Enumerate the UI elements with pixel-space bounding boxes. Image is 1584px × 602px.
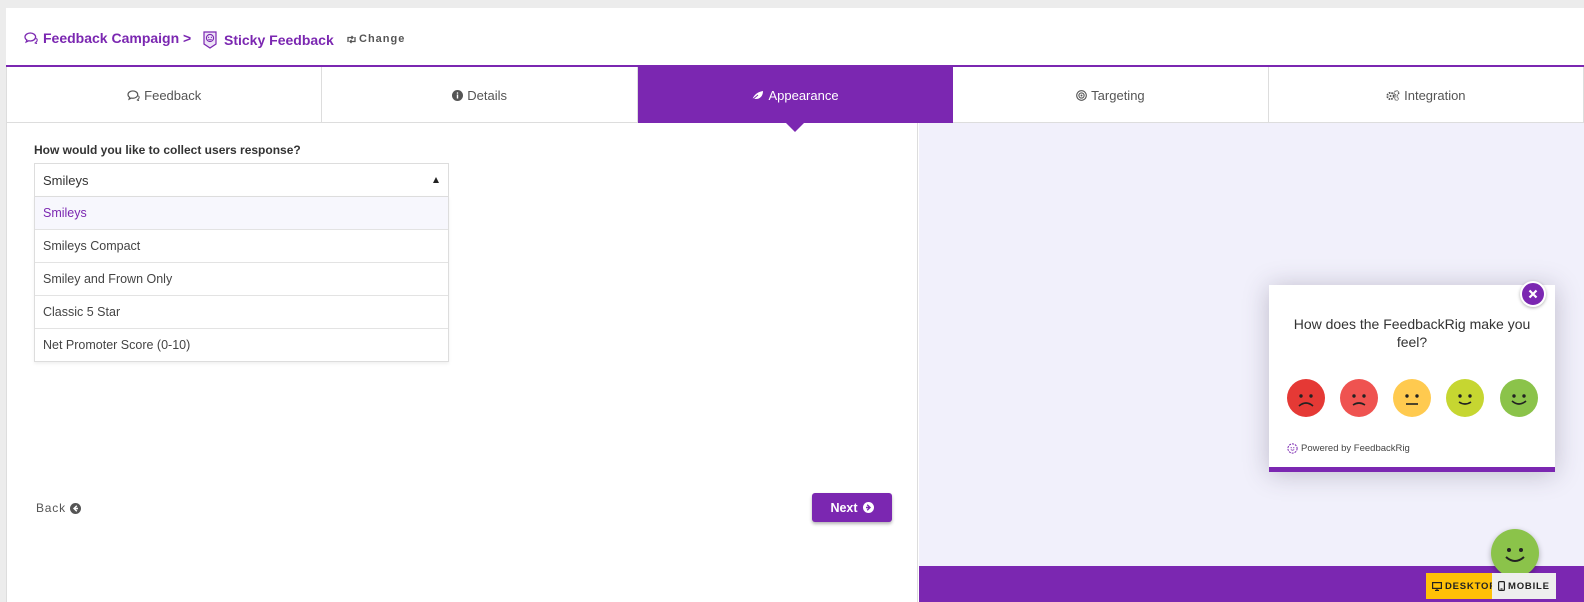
powered-by-label: Powered by FeedbackRig (1301, 443, 1410, 454)
retweet-icon (346, 35, 357, 44)
sad-face-icon[interactable] (1340, 379, 1378, 417)
option-smiley-frown-only[interactable]: Smiley and Frown Only (35, 262, 448, 295)
caret-up-icon (433, 177, 439, 183)
breadcrumb-campaign[interactable]: Feedback Campaign > (24, 30, 191, 46)
next-label: Next (830, 500, 858, 515)
comments-icon (127, 89, 140, 101)
change-button[interactable]: Change (346, 33, 405, 45)
tab-integration-label: Integration (1404, 87, 1466, 103)
leaf-icon (751, 90, 764, 101)
neutral-face-icon[interactable] (1393, 379, 1431, 417)
widget-question: How does the FeedbackRig make you feel? (1293, 316, 1531, 350)
back-label: Back (36, 501, 66, 515)
tab-targeting[interactable]: Targeting (953, 67, 1269, 123)
appearance-form: How would you like to collect users resp… (6, 123, 918, 602)
gears-icon (1386, 89, 1400, 101)
header: Feedback Campaign > Sticky Feedback Chan… (6, 8, 1584, 67)
mobile-label: MOBILE (1508, 580, 1550, 592)
breadcrumb-campaign-label: Feedback Campaign > (43, 30, 192, 46)
arrow-right-circle-icon (862, 502, 874, 513)
widget-preview: How does the FeedbackRig make you feel? (919, 123, 1584, 602)
comments-icon (24, 32, 38, 44)
next-button[interactable]: Next (812, 493, 892, 522)
tab-appearance-label: Appearance (768, 87, 839, 103)
option-classic-5-star[interactable]: Classic 5 Star (35, 295, 448, 328)
tab-targeting-label: Targeting (1091, 87, 1145, 103)
breadcrumb-current: Sticky Feedback (201, 30, 334, 50)
selected-value: Smileys (43, 172, 89, 188)
mobile-toggle[interactable]: MOBILE (1492, 573, 1556, 599)
response-type-options: Smileys Smileys Compact Smiley and Frown… (34, 196, 449, 362)
app-window: Feedback Campaign > Sticky Feedback Chan… (6, 8, 1584, 602)
smiley-scale (1287, 379, 1538, 417)
option-nps[interactable]: Net Promoter Score (0-10) (35, 328, 448, 361)
tab-appearance[interactable]: Appearance (637, 67, 954, 132)
change-label: Change (359, 33, 406, 45)
breadcrumb-current-label: Sticky Feedback (224, 32, 334, 48)
arrow-left-circle-icon (69, 502, 81, 514)
desktop-toggle[interactable]: DESKTOP (1426, 573, 1503, 599)
close-icon (1528, 289, 1538, 299)
wizard-tabs: Feedback Details Appearance Targeting In… (6, 67, 1584, 132)
desktop-label: DESKTOP (1445, 580, 1497, 592)
smiley-face-icon (1505, 548, 1525, 562)
response-type-label: How would you like to collect users resp… (34, 143, 301, 157)
info-circle-icon (452, 89, 464, 101)
mobile-icon (1498, 581, 1505, 591)
tab-feedback-label: Feedback (144, 87, 202, 103)
target-icon (1076, 89, 1088, 101)
powered-by[interactable]: Powered by FeedbackRig (1287, 443, 1410, 454)
happy-face-icon[interactable] (1446, 379, 1484, 417)
option-smileys[interactable]: Smileys (35, 196, 448, 229)
tab-details-label: Details (467, 87, 507, 103)
feedback-launcher-button[interactable] (1491, 529, 1539, 577)
feedback-widget-card: How does the FeedbackRig make you feel? (1269, 285, 1555, 472)
very-sad-face-icon[interactable] (1287, 379, 1325, 417)
response-type-select[interactable]: Smileys (34, 163, 449, 196)
back-button[interactable]: Back (36, 501, 81, 515)
close-widget-button[interactable] (1520, 281, 1546, 307)
option-smileys-compact[interactable]: Smileys Compact (35, 229, 448, 262)
sticky-feedback-icon (201, 30, 219, 50)
tab-feedback[interactable]: Feedback (6, 67, 323, 123)
very-happy-face-icon[interactable] (1500, 379, 1538, 417)
feedbackrig-logo-icon (1287, 443, 1298, 454)
desktop-icon (1432, 581, 1442, 591)
tab-integration[interactable]: Integration (1269, 67, 1584, 123)
tab-details[interactable]: Details (322, 67, 638, 123)
